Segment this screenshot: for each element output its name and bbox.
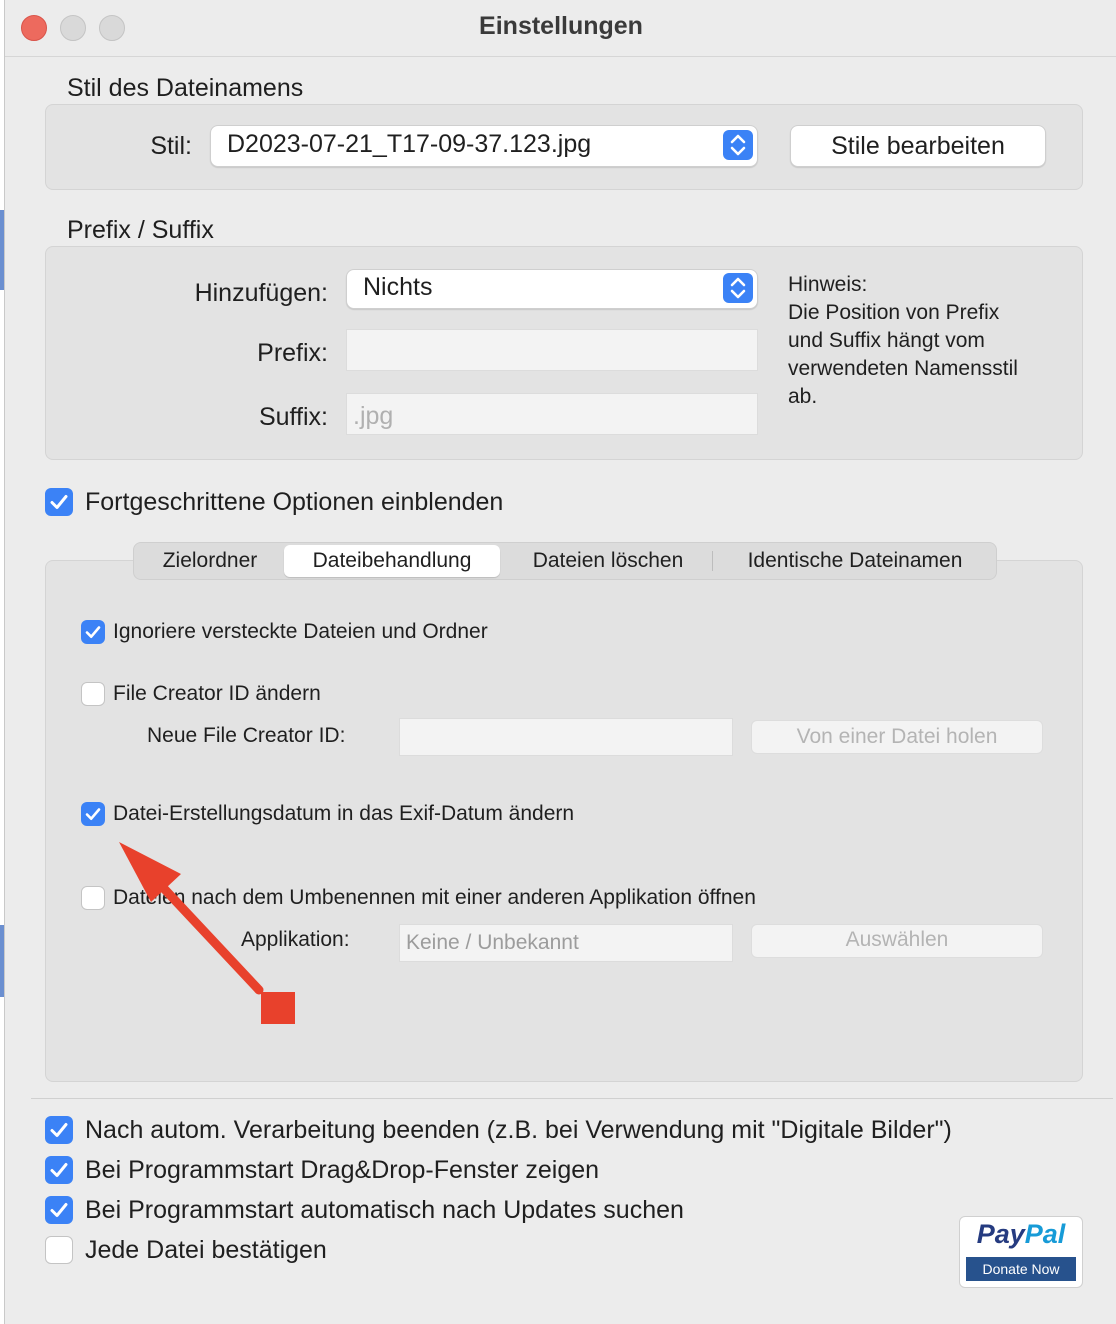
show-dragdrop-checkbox[interactable]	[45, 1156, 73, 1184]
hint-line: ab.	[788, 385, 818, 408]
tab-separator	[712, 551, 713, 571]
prefix-label: Prefix:	[257, 339, 328, 367]
advanced-options-label[interactable]: Fortgeschrittene Optionen einblenden	[85, 488, 503, 517]
paypal-logo: PayPal	[976, 1219, 1066, 1249]
ignore-hidden-checkbox[interactable]	[81, 620, 105, 644]
checkmark-icon	[50, 495, 68, 509]
style-popup-value: D2023-07-21_T17-09-37.123.jpg	[227, 130, 592, 158]
checkmark-icon	[50, 1163, 68, 1177]
style-section-title: Stil des Dateinamens	[67, 74, 304, 102]
edit-styles-button[interactable]: Stile bearbeiten	[790, 125, 1046, 167]
preferences-window: Einstellungen Stil des Dateinamens Stil:…	[4, 0, 1116, 1324]
exif-date-checkbox[interactable]	[81, 802, 105, 826]
prefix-section-title: Prefix / Suffix	[67, 216, 214, 244]
creator-id-checkbox[interactable]	[81, 682, 105, 706]
tab-identische-dateinamen[interactable]: Identische Dateinamen	[718, 543, 992, 579]
quit-after-processing-checkbox[interactable]	[45, 1116, 73, 1144]
annotation-arrow-icon	[119, 842, 295, 1024]
paypal-donate-button[interactable]: PayPal Donate Now	[959, 1216, 1083, 1288]
confirm-each-file-checkbox[interactable]	[45, 1236, 73, 1264]
checkmark-icon	[50, 1123, 68, 1137]
hint-line: und Suffix hängt vom	[788, 329, 985, 352]
exif-date-label[interactable]: Datei-Erstellungsdatum in das Exif-Datum…	[113, 802, 574, 826]
prefix-section-box: Hinzufügen: Nichts Prefix: Suffix: .jpg …	[45, 246, 1083, 460]
advanced-options-checkbox[interactable]	[45, 488, 73, 516]
add-popup-value: Nichts	[363, 273, 433, 301]
hint-line: Die Position von Prefix	[788, 301, 1000, 324]
choose-application-button[interactable]: Auswählen	[751, 924, 1043, 958]
donate-now-label: Donate Now	[966, 1257, 1076, 1281]
check-updates-label[interactable]: Bei Programmstart automatisch nach Updat…	[85, 1196, 684, 1225]
suffix-field[interactable]: .jpg	[346, 393, 758, 435]
suffix-label: Suffix:	[258, 403, 328, 431]
suffix-placeholder: .jpg	[353, 402, 394, 430]
title-bar: Einstellungen	[5, 0, 1116, 57]
hint-title: Hinweis:	[788, 273, 868, 296]
window-title: Einstellungen	[479, 12, 643, 40]
hint-line: verwendeten Namensstil	[788, 357, 1018, 380]
checkmark-icon	[85, 626, 101, 638]
style-section-box: Stil: D2023-07-21_T17-09-37.123.jpg Stil…	[45, 104, 1083, 190]
chevron-up-down-icon	[723, 130, 753, 160]
tab-bar: Zielordner Dateibehandlung Dateien lösch…	[133, 542, 997, 580]
show-dragdrop-label[interactable]: Bei Programmstart Drag&Drop-Fenster zeig…	[85, 1156, 599, 1185]
style-label: Stil:	[150, 132, 192, 160]
tab-dateibehandlung[interactable]: Dateibehandlung	[284, 545, 500, 577]
divider	[31, 1098, 1113, 1099]
quit-after-processing-label[interactable]: Nach autom. Verarbeitung beenden (z.B. b…	[85, 1116, 952, 1145]
new-creator-id-label: Neue File Creator ID:	[147, 724, 346, 747]
check-updates-checkbox[interactable]	[45, 1196, 73, 1224]
checkmark-icon	[50, 1203, 68, 1217]
ignore-hidden-label[interactable]: Ignoriere versteckte Dateien und Ordner	[113, 620, 488, 644]
hint-text: Hinweis: Die Position von Prefix und Suf…	[788, 271, 1018, 411]
add-label: Hinzufügen:	[194, 279, 328, 307]
chevron-up-down-icon	[723, 273, 753, 303]
from-file-button[interactable]: Von einer Datei holen	[751, 720, 1043, 754]
confirm-each-file-label[interactable]: Jede Datei bestätigen	[85, 1236, 327, 1265]
application-value: Keine / Unbekannt	[406, 931, 579, 954]
application-field: Keine / Unbekannt	[399, 924, 733, 962]
tab-zielordner[interactable]: Zielordner	[138, 543, 282, 579]
add-popup[interactable]: Nichts	[346, 269, 758, 309]
checkmark-icon	[85, 808, 101, 820]
tab-dateien-loeschen[interactable]: Dateien löschen	[506, 543, 710, 579]
style-popup[interactable]: D2023-07-21_T17-09-37.123.jpg	[210, 125, 758, 167]
prefix-field[interactable]	[346, 329, 758, 371]
new-creator-id-field[interactable]	[399, 718, 733, 756]
open-with-checkbox[interactable]	[81, 886, 105, 910]
creator-id-label[interactable]: File Creator ID ändern	[113, 682, 321, 706]
